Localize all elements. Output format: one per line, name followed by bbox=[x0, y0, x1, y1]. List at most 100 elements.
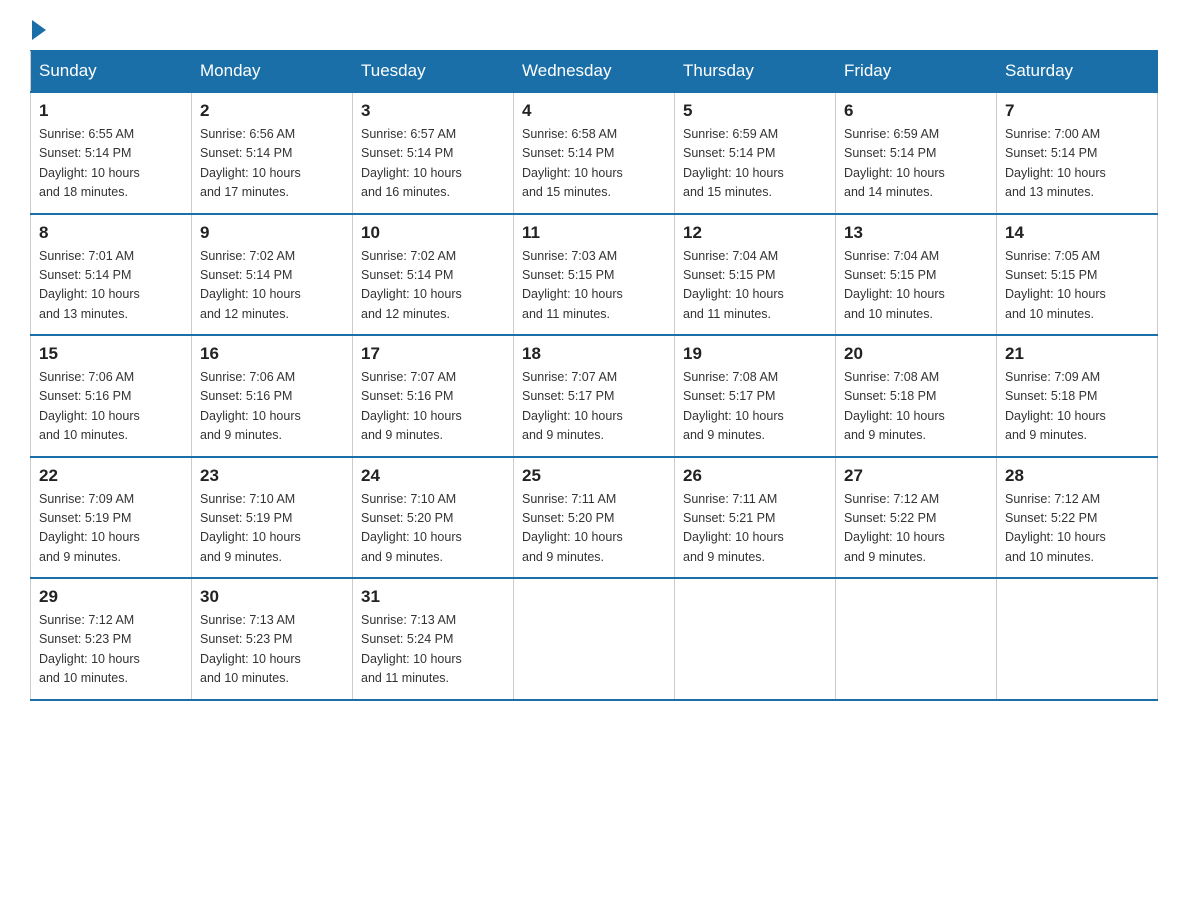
calendar-cell bbox=[836, 578, 997, 700]
day-info: Sunrise: 6:59 AMSunset: 5:14 PMDaylight:… bbox=[683, 127, 784, 199]
day-info: Sunrise: 7:08 AMSunset: 5:17 PMDaylight:… bbox=[683, 370, 784, 442]
calendar-cell: 31 Sunrise: 7:13 AMSunset: 5:24 PMDaylig… bbox=[353, 578, 514, 700]
calendar-cell: 24 Sunrise: 7:10 AMSunset: 5:20 PMDaylig… bbox=[353, 457, 514, 579]
day-info: Sunrise: 7:01 AMSunset: 5:14 PMDaylight:… bbox=[39, 249, 140, 321]
calendar-cell: 28 Sunrise: 7:12 AMSunset: 5:22 PMDaylig… bbox=[997, 457, 1158, 579]
col-header-sunday: Sunday bbox=[31, 51, 192, 93]
day-number: 14 bbox=[1005, 223, 1149, 243]
calendar-cell: 5 Sunrise: 6:59 AMSunset: 5:14 PMDayligh… bbox=[675, 92, 836, 214]
day-info: Sunrise: 7:10 AMSunset: 5:19 PMDaylight:… bbox=[200, 492, 301, 564]
day-number: 17 bbox=[361, 344, 505, 364]
calendar-cell: 13 Sunrise: 7:04 AMSunset: 5:15 PMDaylig… bbox=[836, 214, 997, 336]
day-info: Sunrise: 6:57 AMSunset: 5:14 PMDaylight:… bbox=[361, 127, 462, 199]
calendar-cell: 29 Sunrise: 7:12 AMSunset: 5:23 PMDaylig… bbox=[31, 578, 192, 700]
day-info: Sunrise: 7:12 AMSunset: 5:22 PMDaylight:… bbox=[844, 492, 945, 564]
col-header-thursday: Thursday bbox=[675, 51, 836, 93]
day-info: Sunrise: 7:10 AMSunset: 5:20 PMDaylight:… bbox=[361, 492, 462, 564]
calendar-cell: 8 Sunrise: 7:01 AMSunset: 5:14 PMDayligh… bbox=[31, 214, 192, 336]
day-info: Sunrise: 6:58 AMSunset: 5:14 PMDaylight:… bbox=[522, 127, 623, 199]
day-info: Sunrise: 7:09 AMSunset: 5:19 PMDaylight:… bbox=[39, 492, 140, 564]
day-info: Sunrise: 7:09 AMSunset: 5:18 PMDaylight:… bbox=[1005, 370, 1106, 442]
day-info: Sunrise: 6:56 AMSunset: 5:14 PMDaylight:… bbox=[200, 127, 301, 199]
calendar-cell: 2 Sunrise: 6:56 AMSunset: 5:14 PMDayligh… bbox=[192, 92, 353, 214]
calendar-cell: 18 Sunrise: 7:07 AMSunset: 5:17 PMDaylig… bbox=[514, 335, 675, 457]
day-number: 20 bbox=[844, 344, 988, 364]
calendar-cell: 3 Sunrise: 6:57 AMSunset: 5:14 PMDayligh… bbox=[353, 92, 514, 214]
day-info: Sunrise: 7:13 AMSunset: 5:23 PMDaylight:… bbox=[200, 613, 301, 685]
calendar-week-row: 29 Sunrise: 7:12 AMSunset: 5:23 PMDaylig… bbox=[31, 578, 1158, 700]
calendar-cell: 27 Sunrise: 7:12 AMSunset: 5:22 PMDaylig… bbox=[836, 457, 997, 579]
day-number: 16 bbox=[200, 344, 344, 364]
calendar-cell: 25 Sunrise: 7:11 AMSunset: 5:20 PMDaylig… bbox=[514, 457, 675, 579]
day-info: Sunrise: 7:05 AMSunset: 5:15 PMDaylight:… bbox=[1005, 249, 1106, 321]
calendar-table: SundayMondayTuesdayWednesdayThursdayFrid… bbox=[30, 50, 1158, 701]
day-number: 31 bbox=[361, 587, 505, 607]
calendar-cell: 26 Sunrise: 7:11 AMSunset: 5:21 PMDaylig… bbox=[675, 457, 836, 579]
calendar-cell: 22 Sunrise: 7:09 AMSunset: 5:19 PMDaylig… bbox=[31, 457, 192, 579]
day-number: 25 bbox=[522, 466, 666, 486]
day-number: 27 bbox=[844, 466, 988, 486]
day-number: 10 bbox=[361, 223, 505, 243]
day-info: Sunrise: 7:06 AMSunset: 5:16 PMDaylight:… bbox=[200, 370, 301, 442]
calendar-cell: 14 Sunrise: 7:05 AMSunset: 5:15 PMDaylig… bbox=[997, 214, 1158, 336]
day-info: Sunrise: 7:00 AMSunset: 5:14 PMDaylight:… bbox=[1005, 127, 1106, 199]
day-info: Sunrise: 7:07 AMSunset: 5:16 PMDaylight:… bbox=[361, 370, 462, 442]
day-number: 13 bbox=[844, 223, 988, 243]
page-header bbox=[30, 20, 1158, 40]
day-number: 18 bbox=[522, 344, 666, 364]
logo-arrow-icon bbox=[32, 20, 46, 40]
day-info: Sunrise: 7:12 AMSunset: 5:22 PMDaylight:… bbox=[1005, 492, 1106, 564]
calendar-cell: 20 Sunrise: 7:08 AMSunset: 5:18 PMDaylig… bbox=[836, 335, 997, 457]
calendar-cell: 4 Sunrise: 6:58 AMSunset: 5:14 PMDayligh… bbox=[514, 92, 675, 214]
day-info: Sunrise: 7:06 AMSunset: 5:16 PMDaylight:… bbox=[39, 370, 140, 442]
day-number: 29 bbox=[39, 587, 183, 607]
calendar-cell: 15 Sunrise: 7:06 AMSunset: 5:16 PMDaylig… bbox=[31, 335, 192, 457]
day-number: 19 bbox=[683, 344, 827, 364]
day-number: 15 bbox=[39, 344, 183, 364]
calendar-cell: 23 Sunrise: 7:10 AMSunset: 5:19 PMDaylig… bbox=[192, 457, 353, 579]
day-number: 6 bbox=[844, 101, 988, 121]
col-header-tuesday: Tuesday bbox=[353, 51, 514, 93]
calendar-week-row: 15 Sunrise: 7:06 AMSunset: 5:16 PMDaylig… bbox=[31, 335, 1158, 457]
calendar-cell: 1 Sunrise: 6:55 AMSunset: 5:14 PMDayligh… bbox=[31, 92, 192, 214]
day-info: Sunrise: 7:13 AMSunset: 5:24 PMDaylight:… bbox=[361, 613, 462, 685]
col-header-monday: Monday bbox=[192, 51, 353, 93]
calendar-cell: 9 Sunrise: 7:02 AMSunset: 5:14 PMDayligh… bbox=[192, 214, 353, 336]
calendar-week-row: 1 Sunrise: 6:55 AMSunset: 5:14 PMDayligh… bbox=[31, 92, 1158, 214]
day-info: Sunrise: 7:03 AMSunset: 5:15 PMDaylight:… bbox=[522, 249, 623, 321]
day-number: 24 bbox=[361, 466, 505, 486]
calendar-cell: 17 Sunrise: 7:07 AMSunset: 5:16 PMDaylig… bbox=[353, 335, 514, 457]
day-number: 8 bbox=[39, 223, 183, 243]
calendar-cell: 12 Sunrise: 7:04 AMSunset: 5:15 PMDaylig… bbox=[675, 214, 836, 336]
col-header-saturday: Saturday bbox=[997, 51, 1158, 93]
day-info: Sunrise: 6:55 AMSunset: 5:14 PMDaylight:… bbox=[39, 127, 140, 199]
col-header-wednesday: Wednesday bbox=[514, 51, 675, 93]
day-number: 12 bbox=[683, 223, 827, 243]
day-info: Sunrise: 7:04 AMSunset: 5:15 PMDaylight:… bbox=[683, 249, 784, 321]
day-number: 9 bbox=[200, 223, 344, 243]
day-info: Sunrise: 7:04 AMSunset: 5:15 PMDaylight:… bbox=[844, 249, 945, 321]
day-info: Sunrise: 7:02 AMSunset: 5:14 PMDaylight:… bbox=[200, 249, 301, 321]
calendar-header-row: SundayMondayTuesdayWednesdayThursdayFrid… bbox=[31, 51, 1158, 93]
day-info: Sunrise: 7:02 AMSunset: 5:14 PMDaylight:… bbox=[361, 249, 462, 321]
day-info: Sunrise: 6:59 AMSunset: 5:14 PMDaylight:… bbox=[844, 127, 945, 199]
day-number: 22 bbox=[39, 466, 183, 486]
calendar-cell: 21 Sunrise: 7:09 AMSunset: 5:18 PMDaylig… bbox=[997, 335, 1158, 457]
logo bbox=[30, 20, 48, 40]
day-info: Sunrise: 7:08 AMSunset: 5:18 PMDaylight:… bbox=[844, 370, 945, 442]
day-number: 5 bbox=[683, 101, 827, 121]
day-info: Sunrise: 7:11 AMSunset: 5:21 PMDaylight:… bbox=[683, 492, 784, 564]
day-number: 28 bbox=[1005, 466, 1149, 486]
calendar-cell: 7 Sunrise: 7:00 AMSunset: 5:14 PMDayligh… bbox=[997, 92, 1158, 214]
day-info: Sunrise: 7:12 AMSunset: 5:23 PMDaylight:… bbox=[39, 613, 140, 685]
calendar-week-row: 8 Sunrise: 7:01 AMSunset: 5:14 PMDayligh… bbox=[31, 214, 1158, 336]
calendar-cell: 30 Sunrise: 7:13 AMSunset: 5:23 PMDaylig… bbox=[192, 578, 353, 700]
day-number: 3 bbox=[361, 101, 505, 121]
calendar-cell: 16 Sunrise: 7:06 AMSunset: 5:16 PMDaylig… bbox=[192, 335, 353, 457]
calendar-cell: 11 Sunrise: 7:03 AMSunset: 5:15 PMDaylig… bbox=[514, 214, 675, 336]
day-info: Sunrise: 7:11 AMSunset: 5:20 PMDaylight:… bbox=[522, 492, 623, 564]
day-number: 1 bbox=[39, 101, 183, 121]
day-number: 11 bbox=[522, 223, 666, 243]
day-number: 30 bbox=[200, 587, 344, 607]
calendar-cell: 6 Sunrise: 6:59 AMSunset: 5:14 PMDayligh… bbox=[836, 92, 997, 214]
